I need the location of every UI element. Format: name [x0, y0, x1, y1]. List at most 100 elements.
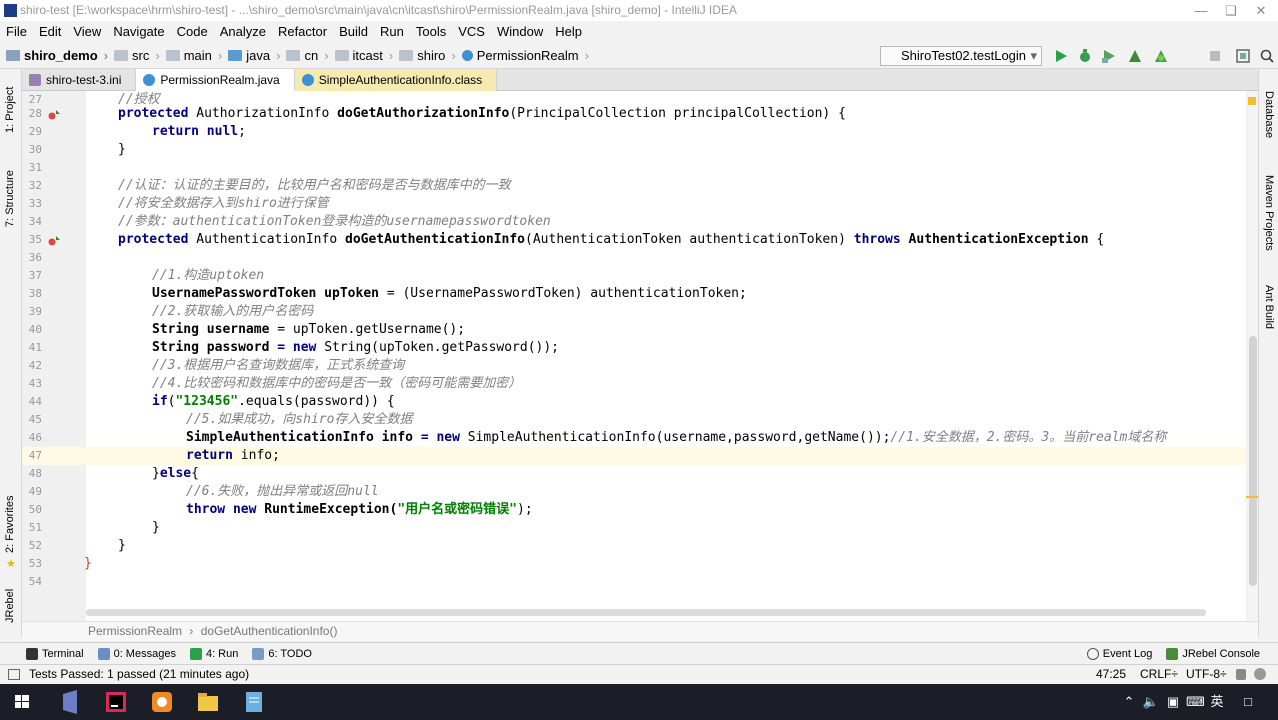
- event-log-button[interactable]: Event Log: [1086, 647, 1152, 660]
- tool-windows-toggle-icon[interactable]: [8, 669, 20, 680]
- menu-analyze[interactable]: Analyze: [214, 21, 272, 43]
- code-text: .equals(password)) {: [238, 394, 395, 409]
- breadcrumb-project[interactable]: shiro_demo ›: [6, 48, 108, 63]
- code-line: String username = upToken.getUsername();: [152, 321, 465, 339]
- tray-expand-icon[interactable]: ⌃: [1122, 684, 1136, 720]
- stop-icon[interactable]: [1207, 48, 1223, 64]
- notepad-taskbar-icon[interactable]: [234, 687, 274, 717]
- line-number: 42: [28, 359, 42, 372]
- menu-help[interactable]: Help: [549, 21, 588, 43]
- terminal-tool-button[interactable]: Terminal: [26, 647, 84, 660]
- run-icon[interactable]: [1053, 48, 1069, 64]
- file-explorer-taskbar-icon[interactable]: [188, 687, 228, 717]
- tab-label: PermissionRealm.java: [160, 73, 280, 87]
- vertical-scrollbar[interactable]: [1248, 91, 1258, 621]
- ant-build-tool-tab[interactable]: Ant Build: [1263, 285, 1275, 329]
- maximize-window-icon[interactable]: ❑: [1216, 0, 1246, 21]
- lock-icon[interactable]: [1236, 669, 1246, 680]
- run-configuration-select[interactable]: ShiroTest02.testLogin ▾: [880, 46, 1042, 66]
- favorites-tool-tab[interactable]: 2: Favorites: [4, 491, 16, 553]
- code-text: {: [1088, 232, 1105, 247]
- implements-gutter-icon[interactable]: [48, 235, 60, 246]
- line-number: 30: [28, 143, 42, 156]
- close-window-icon[interactable]: ✕: [1246, 0, 1276, 21]
- breadcrumb-src[interactable]: src ›: [114, 48, 160, 63]
- breadcrumb-class[interactable]: PermissionRealm ›: [461, 48, 589, 63]
- menu-tools[interactable]: Tools: [410, 21, 452, 43]
- breadcrumb-cn[interactable]: cn ›: [286, 48, 329, 63]
- menu-file[interactable]: File: [0, 21, 33, 43]
- todo-tool-button[interactable]: 6: TODO: [252, 647, 312, 660]
- debug-icon[interactable]: [1077, 48, 1093, 64]
- status-message[interactable]: Tests Passed: 1 passed (21 minutes ago): [29, 665, 249, 684]
- scrollbar-thumb[interactable]: [1249, 336, 1257, 586]
- menu-code[interactable]: Code: [171, 21, 214, 43]
- run-tool-button[interactable]: 4: Run: [189, 647, 238, 660]
- jrebel-debug-icon[interactable]: [1153, 48, 1169, 64]
- maven-tool-tab[interactable]: Maven Projects: [1263, 175, 1275, 251]
- caret-position[interactable]: 47:25: [1096, 665, 1126, 684]
- menu-window[interactable]: Window: [491, 21, 549, 43]
- coverage-icon[interactable]: [1101, 48, 1117, 64]
- windows-start-icon[interactable]: [2, 687, 42, 717]
- code-text: (PrincipalCollection principalCollection…: [509, 106, 846, 121]
- minimize-window-icon[interactable]: —: [1186, 0, 1216, 21]
- line-separator[interactable]: CRLF÷: [1140, 665, 1178, 684]
- breadcrumb-class[interactable]: PermissionRealm: [88, 624, 182, 638]
- messages-tool-button[interactable]: 0: Messages: [97, 647, 176, 660]
- code-lines[interactable]: 27//授权 28 protected AuthorizationInfo doG…: [22, 91, 1248, 621]
- horizontal-scrollbar[interactable]: [86, 607, 1216, 617]
- jrebel-console-button[interactable]: JRebel Console: [1166, 647, 1260, 660]
- code-text: );: [517, 502, 533, 517]
- tool-label: 6: TODO: [268, 647, 312, 660]
- analysis-warning-icon[interactable]: [1248, 97, 1256, 105]
- breadcrumb-main[interactable]: main ›: [165, 48, 222, 63]
- structure-tool-tab[interactable]: 7: Structure: [4, 157, 16, 227]
- scrollbar-thumb[interactable]: [86, 609, 1206, 616]
- inspector-icon[interactable]: [1254, 668, 1266, 680]
- menu-view[interactable]: View: [67, 21, 107, 43]
- code-line: }: [118, 537, 126, 555]
- keyword: return null: [152, 124, 239, 139]
- code-text: (AuthenticationToken authenticationToken…: [525, 232, 854, 247]
- keyword: if: [152, 394, 168, 409]
- code-text: = upToken.getUsername();: [277, 322, 466, 337]
- vs-code-taskbar-icon[interactable]: [50, 687, 90, 717]
- menu-run[interactable]: Run: [374, 21, 410, 43]
- jrebel-run-icon[interactable]: [1127, 48, 1143, 64]
- file-encoding[interactable]: UTF-8÷: [1186, 665, 1227, 684]
- search-everywhere-icon[interactable]: [1259, 48, 1275, 64]
- menu-navigate[interactable]: Navigate: [107, 21, 170, 43]
- keyboard-icon[interactable]: ⌨: [1186, 684, 1205, 720]
- menu-edit[interactable]: Edit: [33, 21, 67, 43]
- warning-stripe[interactable]: [1246, 496, 1258, 498]
- keyword: throw new: [186, 502, 265, 517]
- database-tool-tab[interactable]: Database: [1263, 91, 1275, 138]
- line-number: 45: [28, 413, 42, 426]
- breadcrumb-itcast[interactable]: itcast ›: [334, 48, 393, 63]
- ime-indicator[interactable]: 英: [1208, 684, 1226, 720]
- menu-vcs[interactable]: VCS: [452, 21, 491, 43]
- code-line: //6.失败，抛出异常或返回null: [186, 483, 379, 501]
- breadcrumb-shiro[interactable]: shiro ›: [399, 48, 456, 63]
- type: AuthenticationInfo: [196, 232, 345, 247]
- network-icon[interactable]: ▣: [1164, 684, 1182, 720]
- breadcrumb-java[interactable]: java ›: [228, 48, 280, 63]
- volume-icon[interactable]: 🔈: [1142, 684, 1160, 720]
- project-tool-tab[interactable]: 1: Project: [4, 77, 16, 133]
- project-structure-icon[interactable]: [1235, 48, 1251, 64]
- breadcrumb-method[interactable]: doGetAuthenticationInfo(): [201, 624, 338, 638]
- tab-permission-realm[interactable]: PermissionRealm.java: [136, 69, 295, 91]
- tab-shiro-test-ini[interactable]: shiro-test-3.ini: [22, 69, 137, 91]
- intellij-taskbar-icon[interactable]: [96, 687, 136, 717]
- package-icon: [334, 50, 349, 61]
- jrebel-tool-tab[interactable]: JRebel: [4, 583, 16, 623]
- notification-icon[interactable]: □: [1236, 684, 1260, 720]
- implements-gutter-icon[interactable]: [48, 109, 60, 120]
- app-taskbar-icon[interactable]: [142, 687, 182, 717]
- tab-simple-auth-info[interactable]: SimpleAuthenticationInfo.class: [294, 69, 498, 91]
- menu-refactor[interactable]: Refactor: [272, 21, 333, 43]
- line-number: 40: [28, 323, 42, 336]
- star-icon: ★: [6, 558, 16, 570]
- menu-build[interactable]: Build: [333, 21, 374, 43]
